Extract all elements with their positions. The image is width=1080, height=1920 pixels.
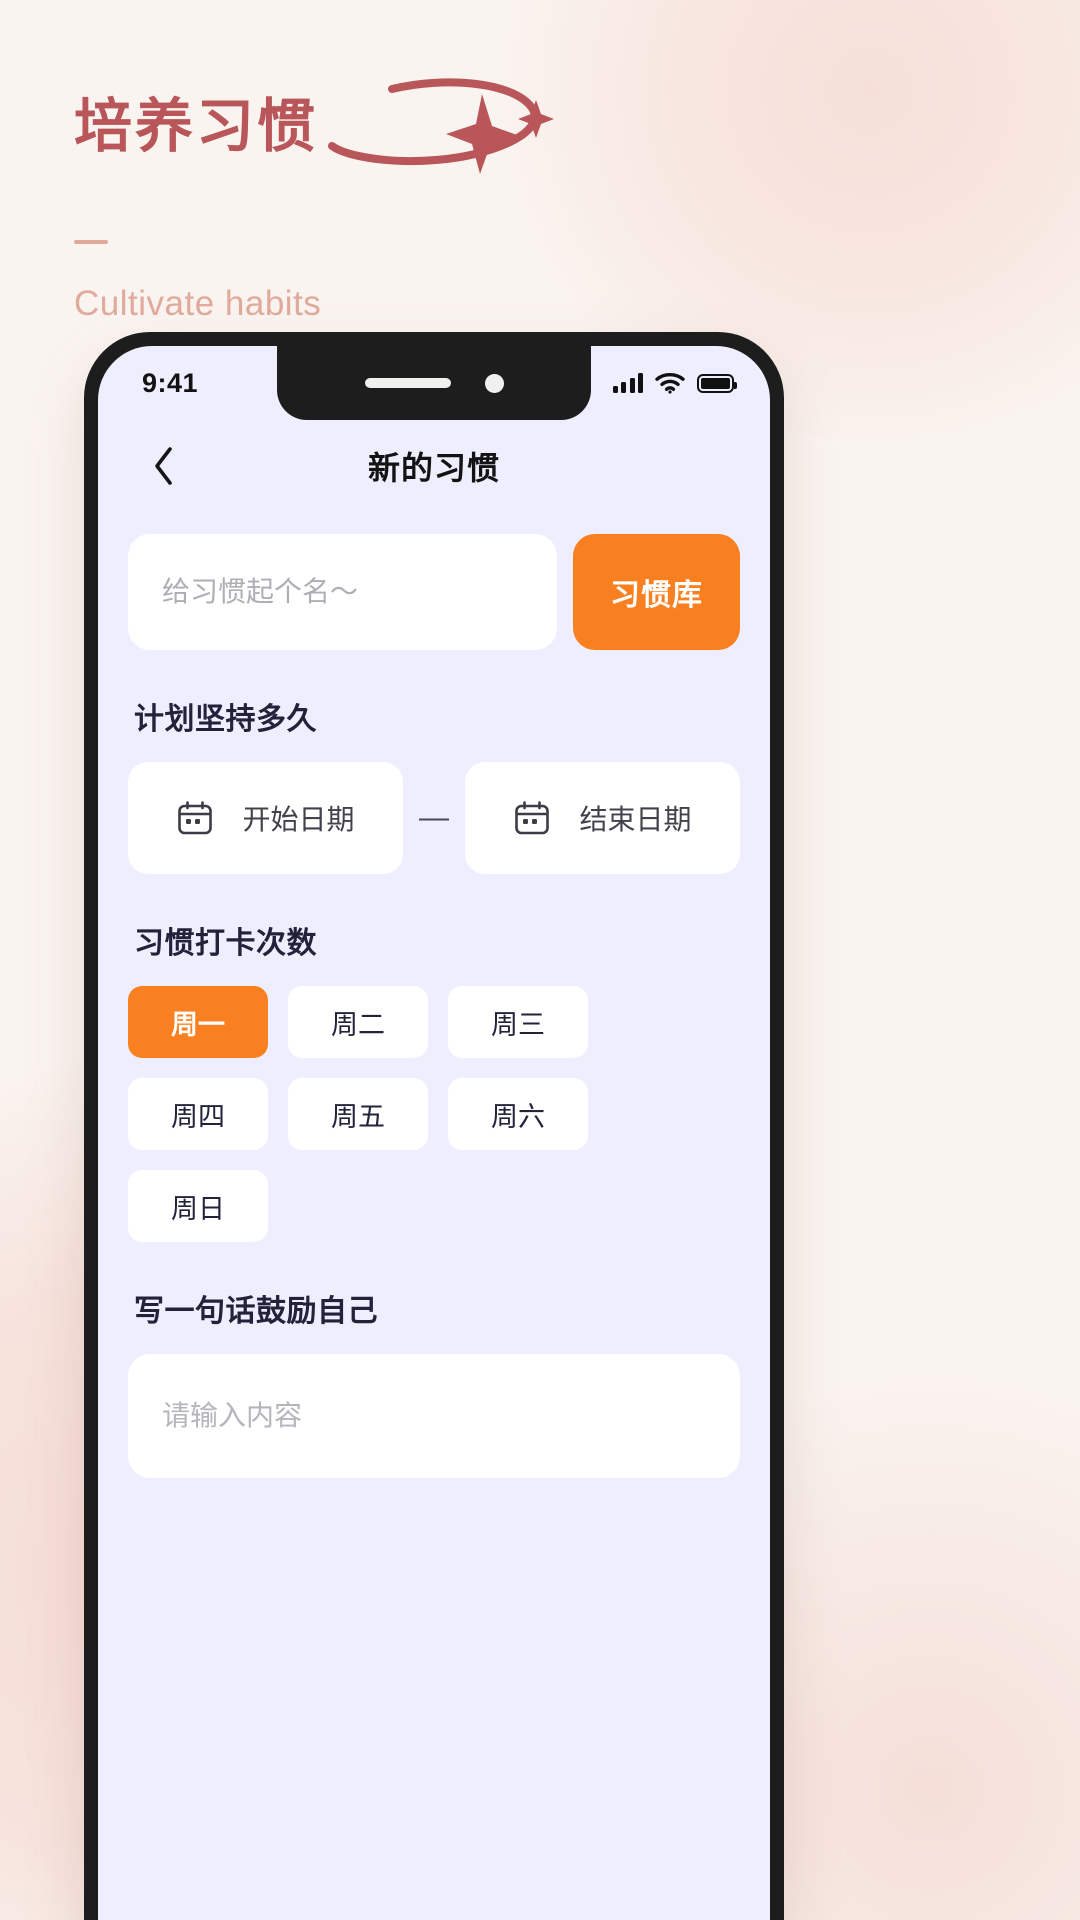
app-content: 习惯库 计划坚持多久 开始日期 —	[98, 512, 770, 1478]
frequency-section-title: 习惯打卡次数	[134, 927, 317, 960]
app-screen-title: 新的习惯	[367, 450, 500, 486]
duration-section-title: 计划坚持多久	[134, 703, 317, 736]
status-bar-time: 9:41	[142, 367, 199, 398]
weekday-chip-tue[interactable]: 周二	[288, 986, 428, 1058]
promo-block: 培养习惯 Cultivate habits	[74, 78, 714, 324]
weekday-chip-group: 周一 周二 周三 周四 周五 周六 周日	[128, 986, 740, 1242]
speaker-grille-icon	[364, 378, 451, 388]
app-header: 新的习惯	[98, 420, 770, 512]
calendar-icon	[515, 801, 550, 835]
back-button[interactable]	[142, 444, 186, 488]
habit-name-row: 习惯库	[128, 534, 740, 650]
duration-row: 开始日期 — 结束日期	[128, 762, 740, 874]
habit-library-button[interactable]: 习惯库	[573, 534, 740, 650]
motivation-section-title: 写一句话鼓励自己	[134, 1295, 378, 1328]
weekday-chip-thu[interactable]: 周四	[128, 1078, 268, 1150]
phone-notch	[277, 346, 591, 420]
page-subtitle: Cultivate habits	[74, 284, 322, 323]
end-date-picker[interactable]: 结束日期	[465, 762, 740, 874]
page-title: 培养习惯	[74, 92, 319, 160]
habit-name-input[interactable]	[128, 534, 557, 650]
front-camera-icon	[484, 373, 504, 393]
weekday-chip-wed[interactable]: 周三	[448, 986, 588, 1058]
calendar-icon	[178, 801, 213, 835]
weekday-chip-mon[interactable]: 周一	[128, 986, 268, 1058]
phone-frame: 9:41 新的习惯 给习惯起个名～ 习惯库 计划坚持多久 开始日期 — 结束日期…	[84, 332, 784, 1920]
promo-title-row: 培养习惯	[74, 78, 714, 174]
end-date-label: 结束日期	[579, 804, 692, 835]
start-date-label: 开始日期	[242, 804, 355, 835]
motivation-input[interactable]	[128, 1354, 740, 1478]
weekday-chip-sat[interactable]: 周六	[448, 1078, 588, 1150]
phone-screen: 9:41 新的习惯 给习惯起个名～ 习惯库 计划坚持多久 开始日期 — 结束日期…	[98, 346, 770, 1920]
status-bar-icons	[612, 372, 737, 394]
chevron-left-icon	[155, 447, 172, 485]
weekday-chip-fri[interactable]: 周五	[288, 1078, 428, 1150]
cellular-signal-icon	[612, 373, 643, 393]
start-date-picker[interactable]: 开始日期	[128, 762, 403, 874]
date-range-separator: —	[419, 801, 449, 834]
wifi-icon	[655, 373, 685, 394]
battery-icon	[697, 373, 737, 393]
weekday-chip-sun[interactable]: 周日	[128, 1170, 268, 1242]
title-divider	[74, 240, 108, 244]
